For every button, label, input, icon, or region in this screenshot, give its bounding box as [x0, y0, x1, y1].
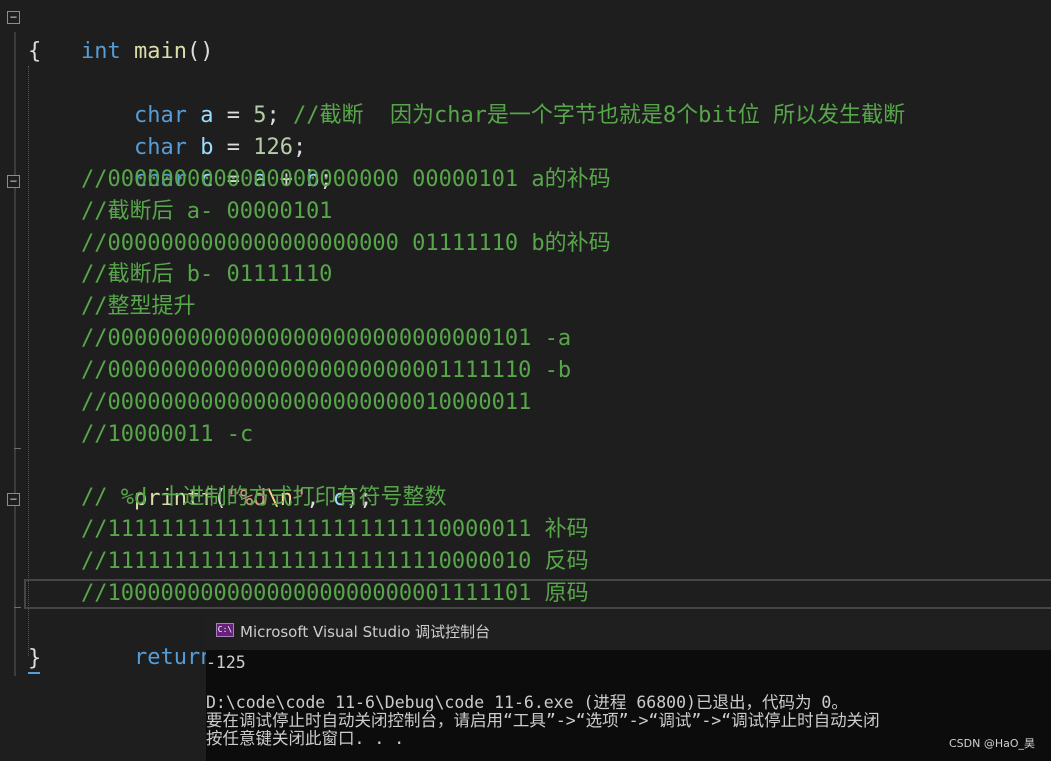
exit-message: D:\code\code 11-6\Debug\code 11-6.exe (进…	[206, 693, 848, 712]
comment-line[interactable]: //00000000000000000000000001111110 -b	[81, 355, 571, 387]
comment-line[interactable]: //10000011 -c	[81, 419, 253, 451]
close-brace: }	[28, 646, 42, 671]
code-line[interactable]: {	[28, 36, 41, 68]
comment-line[interactable]: //00000000000000000000000000000101 -a	[81, 323, 571, 355]
debug-console-window[interactable]: C:\ Microsoft Visual Studio 调试控制台 -125 D…	[206, 612, 1051, 761]
comment: //截断 因为char是一个字节也就是8个bit位 所以发生截断	[292, 103, 906, 128]
comment-line[interactable]: //截断后 a- 00000101	[81, 196, 332, 228]
press-key-prompt: 按任意键关闭此窗口. . .	[206, 729, 405, 748]
comment-line[interactable]: //整型提升	[81, 291, 196, 323]
console-titlebar[interactable]: C:\ Microsoft Visual Studio 调试控制台	[206, 612, 1051, 650]
comment-line[interactable]: //11111111111111111111111110000011 补码	[81, 514, 589, 546]
console-output[interactable]: -125 D:\code\code 11-6\Debug\code 11-6.e…	[206, 650, 1051, 761]
keyword: return	[133, 645, 214, 670]
auto-close-hint: 要在调试停止时自动关闭控制台，请启用“工具”->“选项”->“调试”->“调试停…	[206, 711, 880, 730]
comment-line[interactable]: //11111111111111111111111110000010 反码	[81, 546, 589, 578]
fold-toggle-main-icon[interactable]: −	[7, 11, 20, 24]
code-line[interactable]: int main()	[28, 4, 213, 64]
console-app-icon: C:\	[216, 623, 234, 637]
code-line[interactable]: char c = a + b;	[81, 132, 333, 192]
punctuation: ()	[186, 39, 214, 64]
comment-line[interactable]: //00000000000000000000000010000011	[81, 387, 531, 419]
comment-line[interactable]: // %d 十进制的方式打印有符号整数	[81, 482, 446, 514]
code-line[interactable]: char b = 126;	[81, 100, 306, 160]
keyword: int	[80, 39, 121, 64]
outline-gutter	[14, 32, 16, 676]
code-line[interactable]: }	[28, 643, 41, 675]
comment-line[interactable]: //截断后 b- 01111110	[81, 259, 332, 291]
fold-toggle-comment-block-icon[interactable]: −	[7, 493, 20, 506]
fold-end-marker	[14, 607, 21, 608]
comment-line[interactable]: //0000000000000000000000 00000101 a的补码	[81, 164, 611, 196]
indent-guide	[28, 66, 30, 656]
console-title: Microsoft Visual Studio 调试控制台	[240, 623, 491, 641]
watermark: CSDN @HaO_昊	[948, 737, 1035, 750]
fold-end-marker	[14, 448, 21, 449]
code-line[interactable]: printf("%d\n", c);	[81, 451, 372, 511]
program-output: -125	[206, 653, 246, 672]
text-cursor	[28, 672, 40, 674]
comment-line[interactable]: //0000000000000000000000 01111110 b的补码	[81, 228, 611, 260]
code-line[interactable]: char a = 5; //截断 因为char是一个字节也就是8个bit位 所以…	[81, 68, 905, 128]
fold-toggle-comment-block-icon[interactable]: −	[7, 175, 20, 188]
comment-line[interactable]: //10000000000000000000000001111101 原码	[81, 578, 589, 610]
function-name: main	[133, 39, 187, 64]
open-brace: {	[28, 39, 42, 64]
